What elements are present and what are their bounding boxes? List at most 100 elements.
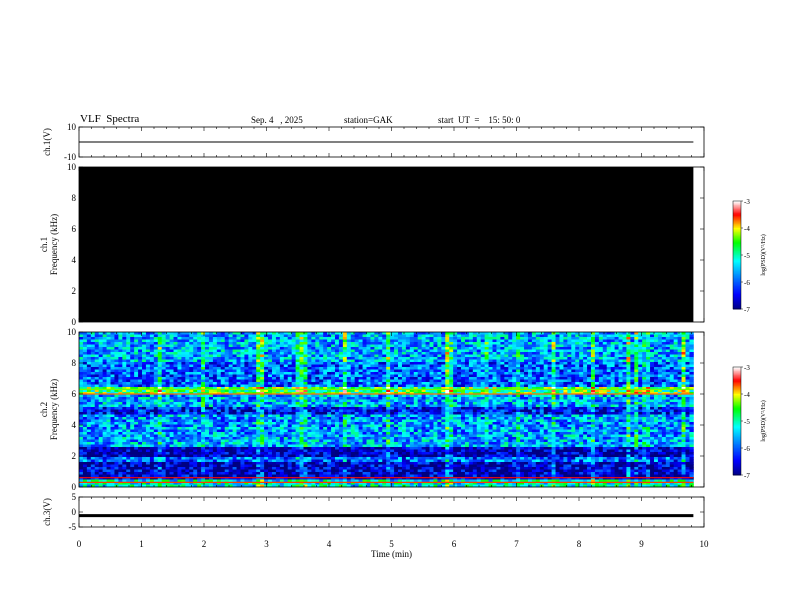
spectrogram-cell — [82, 397, 88, 400]
spectrogram-cell — [291, 347, 297, 350]
spectrogram-cell — [657, 379, 663, 383]
spectrogram-cell — [646, 357, 651, 360]
spectrogram-cell — [138, 347, 143, 350]
spectrogram-cell — [142, 384, 147, 388]
spectrogram-cell — [240, 377, 245, 380]
spectrogram-cell — [618, 339, 623, 343]
spectrogram-cell — [224, 369, 230, 373]
spectrogram-cell — [240, 354, 245, 358]
spectrogram-cell — [79, 379, 84, 383]
spectrogram-cell — [638, 347, 643, 350]
spectrogram-cell — [106, 384, 111, 388]
spectrogram-cell — [331, 404, 336, 408]
spectrogram-cell — [346, 369, 352, 373]
spectrogram-cell — [492, 379, 497, 383]
spectrogram-cell — [354, 379, 360, 383]
spectrogram-cell — [216, 349, 222, 353]
spectrogram-cell — [212, 397, 218, 400]
spectrogram-cell — [653, 394, 659, 398]
spectrogram-cell — [185, 334, 190, 338]
spectrogram-cell — [268, 379, 273, 383]
spectrogram-cell — [437, 384, 442, 388]
spectrogram-cell — [382, 344, 387, 348]
spectrogram-cell — [417, 397, 423, 400]
spectrogram-cell — [323, 352, 328, 355]
spectrogram-cell — [512, 364, 517, 368]
spectrogram-cell — [181, 352, 186, 355]
spectrogram-cell — [685, 347, 690, 350]
spectrogram-cell — [145, 347, 151, 350]
spectrogram-cell — [559, 382, 564, 385]
spectrogram-cell — [205, 394, 210, 398]
spectrogram-cell — [405, 374, 411, 378]
spectrogram-cell — [653, 359, 659, 363]
spectrogram-cell — [90, 362, 96, 365]
spectrogram-cell — [602, 384, 608, 388]
spectrogram-cell — [201, 347, 206, 350]
spectrogram-cell — [590, 347, 596, 350]
spectrogram-cell — [685, 339, 690, 343]
spectrogram-cell — [165, 377, 170, 380]
ch1-frequency-axis-label: Frequency (kHz) — [49, 214, 59, 275]
spectrogram-cell — [311, 402, 316, 405]
spectrogram-cell — [185, 342, 190, 345]
spectrogram-cell — [642, 367, 647, 370]
spectrogram-cell — [594, 364, 600, 368]
spectrogram-cell — [587, 374, 592, 378]
spectrogram-cell — [531, 369, 537, 373]
spectrogram-cell — [587, 382, 592, 385]
spectrogram-cell — [464, 367, 470, 370]
spectrogram-cell — [437, 339, 442, 343]
spectrogram-cell — [382, 364, 387, 368]
spectrogram-cell — [358, 379, 363, 383]
spectrogram-cell — [374, 342, 379, 345]
spectrogram-cell — [94, 374, 100, 378]
spectrogram-cell — [386, 339, 391, 343]
spectrogram-cell — [653, 352, 659, 355]
spectrogram-cell — [520, 359, 525, 363]
spectrogram-cell — [571, 384, 576, 388]
spectrogram-cell — [307, 384, 312, 388]
spectrogram-cell — [524, 374, 529, 378]
spectrogram-cell — [114, 344, 119, 348]
spectrogram-cell — [197, 364, 202, 368]
spectrogram-cell — [653, 379, 659, 383]
spectrogram-cell — [181, 397, 186, 400]
spectrogram-cell — [531, 397, 537, 400]
spectrogram-cell — [118, 364, 123, 368]
spectrogram-cell — [579, 404, 584, 408]
spectrogram-cell — [94, 349, 100, 353]
spectrogram-cell — [110, 364, 115, 368]
spectrogram-cell — [539, 367, 545, 370]
spectrogram-cell — [398, 362, 403, 365]
spectrogram-cell — [571, 382, 576, 385]
spectrogram-cell — [618, 337, 623, 340]
spectrogram-cell — [307, 362, 312, 365]
spectrogram-cell — [134, 359, 139, 363]
spectrogram-cell — [334, 339, 340, 343]
spectrogram-cell — [590, 399, 596, 403]
spectrogram-cell — [134, 369, 139, 373]
spectrogram-cell — [559, 384, 564, 388]
spectrogram-cell — [212, 334, 218, 338]
spectrogram-cell — [334, 332, 340, 335]
spectrogram-cell — [642, 379, 647, 383]
spectrogram-cell — [677, 364, 682, 368]
spectrogram-cell — [165, 337, 170, 340]
spectrogram-cell — [268, 404, 273, 408]
spectrogram-cell — [82, 332, 88, 335]
spectrogram-cell — [126, 397, 131, 400]
spectrogram-cell — [315, 362, 320, 365]
spectrogram-cell — [319, 384, 324, 388]
spectrogram-cell — [681, 357, 686, 360]
spectrogram-cell — [331, 354, 336, 358]
spectrogram-cell — [177, 402, 182, 405]
spectrogram-cell — [82, 349, 88, 353]
spectrogram-cell — [606, 359, 612, 363]
spectrogram-cell — [472, 359, 478, 363]
spectrogram-cell — [350, 342, 356, 345]
spectrogram-cell — [689, 359, 694, 363]
spectrogram-cell — [587, 377, 592, 380]
spectrogram-cell — [114, 377, 119, 380]
spectrogram-cell — [464, 384, 470, 388]
